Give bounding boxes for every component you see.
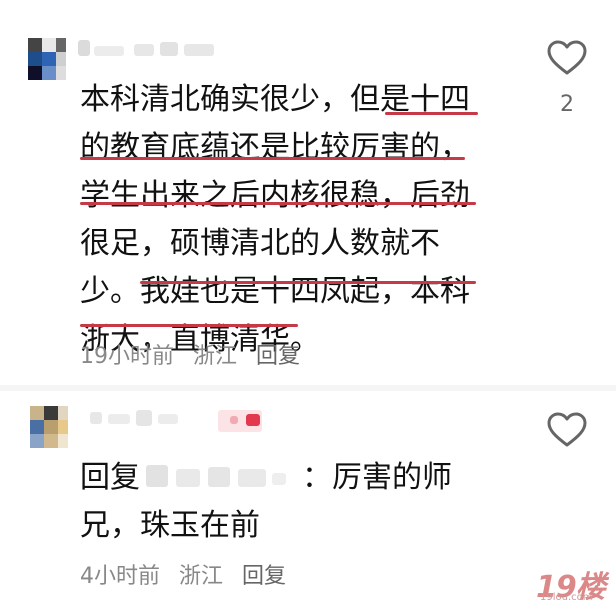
avatar[interactable] <box>30 406 68 448</box>
reply-prefix: 回复 <box>80 460 140 495</box>
comment-line: 兄，珠玉在前 <box>80 508 260 543</box>
ip-location: 浙江 <box>193 344 238 369</box>
timestamp: 19小时前 <box>80 344 174 369</box>
reply-text: ：厉害的师 <box>302 460 452 495</box>
timestamp: 4小时前 <box>80 564 160 589</box>
comment-2: 回复 ：厉害的师 兄，珠玉在前 4小时前 浙江 回复 <box>0 392 616 612</box>
like-count: 2 <box>560 92 574 117</box>
comment-line: 的教育底蕴还是比较厉害的， <box>80 130 470 165</box>
heart-outline-icon <box>547 40 587 75</box>
username-masked[interactable] <box>90 406 270 432</box>
reply-button[interactable]: 回复 <box>256 344 300 369</box>
divider <box>0 385 616 391</box>
comment-line: 少。我娃也是十四凤起，本科 <box>80 274 470 309</box>
highlight-underline <box>80 202 476 205</box>
reply-button[interactable]: 回复 <box>242 564 286 589</box>
comment-line: 本科清北确实很少，但是十四 <box>80 82 470 117</box>
watermark-domain: 19lou.com <box>540 592 593 603</box>
comment-line: 很足，硕博清北的人数就不 <box>80 226 440 261</box>
comment-text: 本科清北确实很少，但是十四 的教育底蕴还是比较厉害的， 学生出来之后内核很稳，后… <box>80 76 500 364</box>
like-button[interactable] <box>546 412 588 448</box>
comment-meta: 4小时前 浙江 回复 <box>80 558 298 590</box>
mentioned-user-masked[interactable] <box>146 461 296 491</box>
highlight-underline <box>140 281 476 284</box>
comment-line: 回复 ：厉害的师 <box>80 454 500 502</box>
like-button[interactable]: 2 <box>546 40 588 117</box>
site-watermark-logo: 19楼 19lou.com <box>528 562 608 606</box>
comment-meta: 19小时前 浙江 回复 <box>80 338 312 370</box>
username-masked[interactable] <box>78 38 228 62</box>
comment-text: 回复 ：厉害的师 兄，珠玉在前 <box>80 454 500 550</box>
avatar[interactable] <box>28 38 66 80</box>
comment-1: 2 本科清北确实很少，但是十四 的教育底蕴还是比较厉害的， 学生出来之后内核很稳… <box>0 0 616 380</box>
comment-line: 学生出来之后内核很稳，后劲 <box>80 178 470 213</box>
highlight-underline <box>385 112 478 115</box>
highlight-underline <box>80 324 298 327</box>
ip-location: 浙江 <box>179 564 224 589</box>
heart-outline-icon <box>547 412 587 447</box>
highlight-underline <box>80 157 465 160</box>
